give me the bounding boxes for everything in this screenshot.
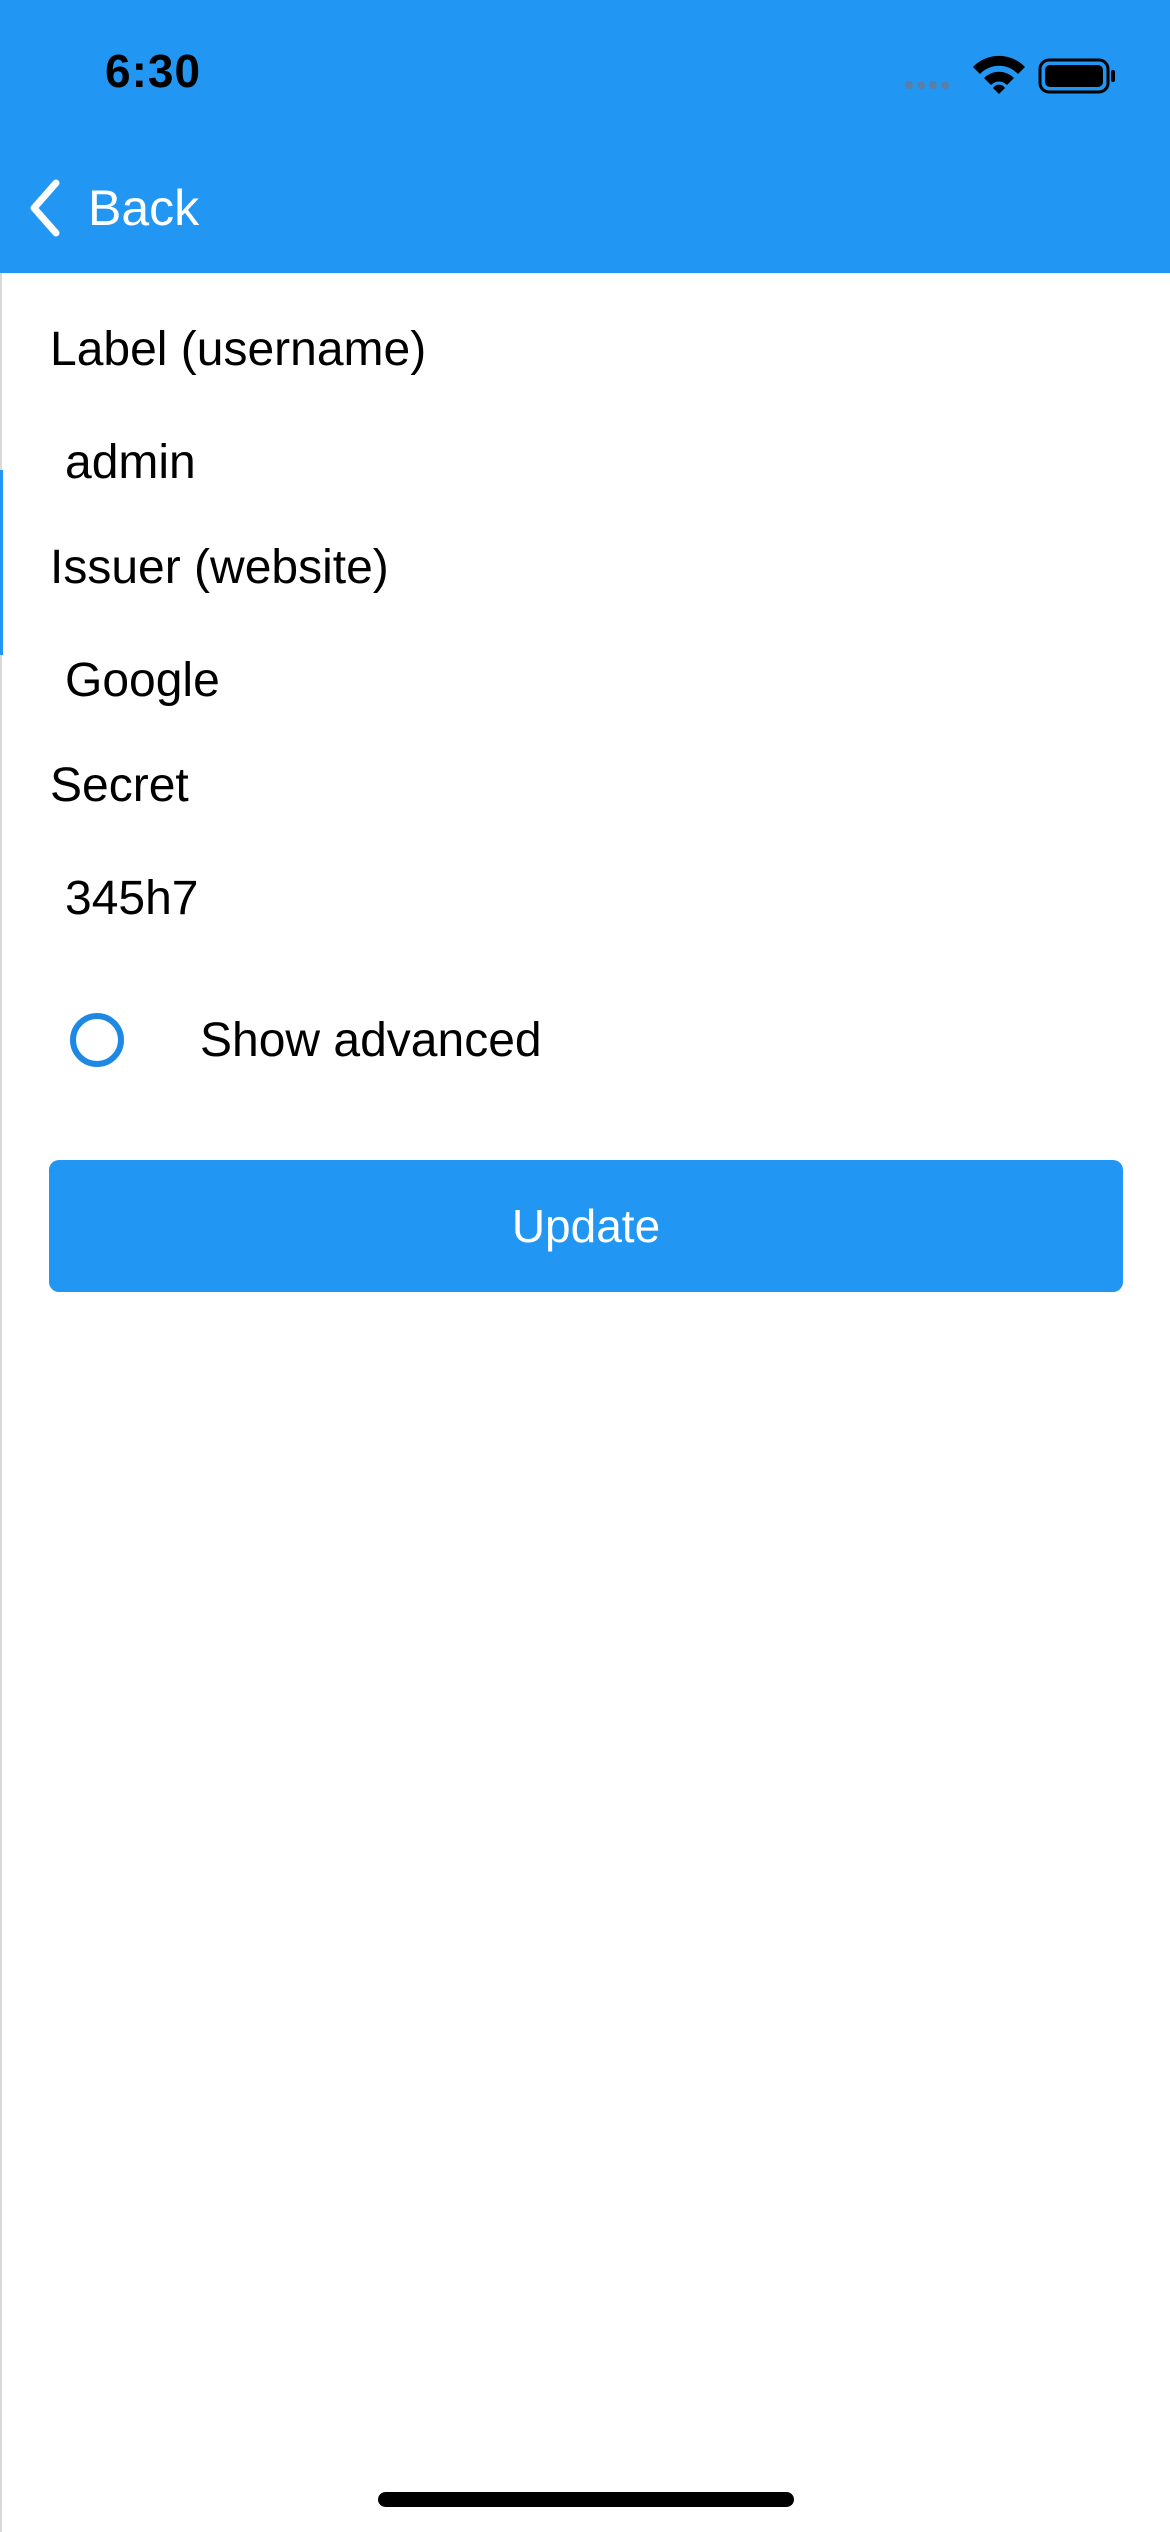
- back-label: Back: [88, 180, 200, 236]
- chevron-left-icon: [30, 179, 60, 237]
- status-icons: [905, 55, 1115, 94]
- back-button[interactable]: Back: [22, 172, 199, 244]
- show-advanced-label: Show advanced: [200, 1013, 542, 1067]
- wifi-icon: [973, 55, 1025, 94]
- secret-field-label: Secret: [50, 759, 189, 812]
- label-field-label: Label (username): [50, 323, 427, 376]
- cellular-signal-icon: [905, 81, 949, 89]
- issuer-field-label: Issuer (website): [50, 541, 389, 594]
- app-header: 6:30 Back: [0, 0, 1170, 273]
- battery-icon: [1038, 58, 1115, 94]
- label-input[interactable]: [50, 420, 1120, 504]
- radio-button-icon[interactable]: [70, 1013, 124, 1067]
- show-advanced-toggle[interactable]: Show advanced: [50, 990, 750, 1090]
- update-button[interactable]: Update: [49, 1160, 1123, 1292]
- left-edge-accent: [0, 470, 3, 655]
- status-time: 6:30: [105, 45, 202, 97]
- issuer-input[interactable]: [50, 638, 1120, 722]
- home-indicator: [378, 2492, 794, 2507]
- secret-input[interactable]: [50, 856, 1120, 940]
